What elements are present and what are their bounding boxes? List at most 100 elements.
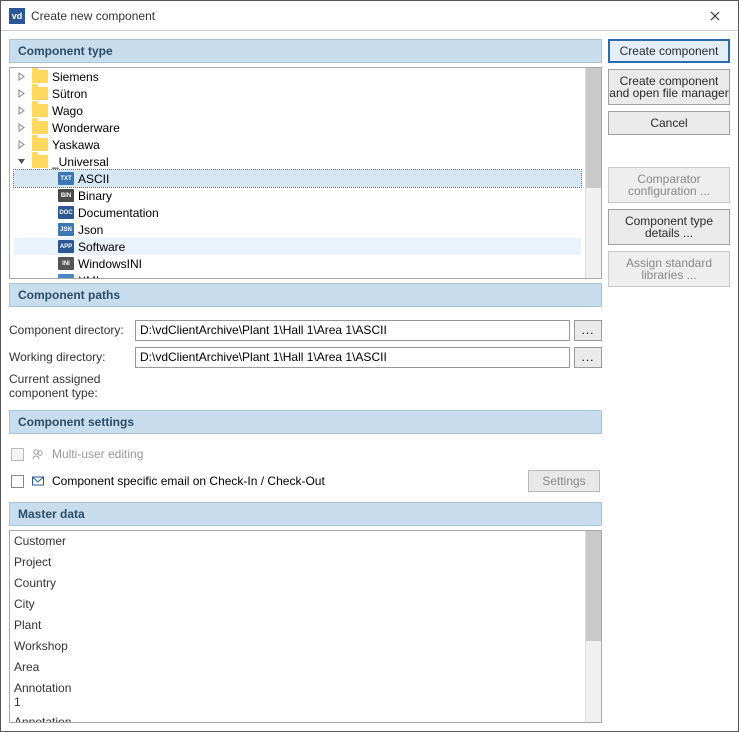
multi-user-label: Multi-user editing bbox=[52, 447, 143, 461]
file-type-icon: TXT bbox=[58, 172, 74, 185]
master-field-label: City bbox=[10, 594, 84, 615]
tree-item[interactable]: APP Software bbox=[14, 238, 581, 255]
file-type-icon: INI bbox=[58, 257, 74, 270]
comparator-config-button: Comparator configuration ... bbox=[608, 167, 730, 203]
tree-scrollbar[interactable] bbox=[585, 68, 601, 278]
tree-item[interactable]: XMLXML bbox=[14, 272, 581, 278]
folder-icon bbox=[32, 104, 48, 117]
email-check-label: Component specific email on Check-In / C… bbox=[52, 474, 325, 488]
assign-libraries-button: Assign standard libraries ... bbox=[608, 251, 730, 287]
master-field-value[interactable] bbox=[84, 636, 585, 657]
file-type-icon: JSN bbox=[58, 223, 74, 236]
tree-folder-label: Sütron bbox=[52, 87, 87, 101]
tree-folder[interactable]: _Universal bbox=[10, 153, 585, 170]
multi-user-icon bbox=[30, 446, 46, 462]
chevron-right-icon[interactable] bbox=[14, 121, 28, 135]
master-scrollbar[interactable] bbox=[585, 531, 601, 722]
master-field-value[interactable] bbox=[84, 531, 585, 552]
master-field-label: Annotation 2 bbox=[10, 712, 84, 722]
master-data-grid[interactable]: CustomerProjectCountryCityPlantWorkshopA… bbox=[10, 531, 585, 722]
create-and-open-button[interactable]: Create component and open file manager bbox=[608, 69, 730, 105]
tree-folder-label: Wonderware bbox=[52, 121, 120, 135]
master-scroll-thumb[interactable] bbox=[586, 531, 601, 641]
tree-folder-label: Siemens bbox=[52, 70, 99, 84]
master-data-row[interactable]: Plant bbox=[10, 615, 585, 636]
chevron-right-icon[interactable] bbox=[14, 87, 28, 101]
file-type-icon: APP bbox=[58, 240, 74, 253]
folder-icon bbox=[32, 155, 48, 168]
email-icon bbox=[30, 473, 46, 489]
master-field-value[interactable] bbox=[84, 657, 585, 678]
working-directory-browse-button[interactable]: ... bbox=[574, 347, 602, 368]
master-field-value[interactable] bbox=[84, 712, 585, 722]
chevron-down-icon[interactable] bbox=[14, 155, 28, 169]
tree-folder-label: Wago bbox=[52, 104, 83, 118]
working-directory-input[interactable] bbox=[135, 347, 570, 368]
create-component-button[interactable]: Create component bbox=[608, 39, 730, 63]
section-master-data: Master data bbox=[9, 502, 602, 526]
master-field-label: Area bbox=[10, 657, 84, 678]
component-type-details-button[interactable]: Component type details ... bbox=[608, 209, 730, 245]
close-button[interactable] bbox=[692, 1, 738, 30]
chevron-right-icon[interactable] bbox=[14, 138, 28, 152]
tree-folder[interactable]: Wago bbox=[10, 102, 585, 119]
window-title: Create new component bbox=[31, 9, 692, 23]
tree-item[interactable]: INIWindowsINI bbox=[14, 255, 581, 272]
master-data-row[interactable]: Customer bbox=[10, 531, 585, 552]
master-data-container: CustomerProjectCountryCityPlantWorkshopA… bbox=[9, 530, 602, 723]
component-type-tree[interactable]: Siemens Sütron Wago Wonderware Yaskawa_Unive… bbox=[10, 68, 585, 278]
file-type-icon: XML bbox=[58, 274, 74, 278]
settings-button: Settings bbox=[528, 470, 600, 492]
chevron-right-icon[interactable] bbox=[14, 104, 28, 118]
chevron-right-icon[interactable] bbox=[14, 70, 28, 84]
tree-folder[interactable]: Siemens bbox=[10, 68, 585, 85]
folder-icon bbox=[32, 121, 48, 134]
folder-icon bbox=[32, 70, 48, 83]
tree-item-label: Documentation bbox=[78, 206, 159, 220]
master-field-label: Customer bbox=[10, 531, 84, 552]
component-directory-label: Component directory: bbox=[9, 323, 131, 337]
section-component-paths: Component paths bbox=[9, 283, 602, 307]
master-data-row[interactable]: Area bbox=[10, 657, 585, 678]
master-data-row[interactable]: Annotation 1 bbox=[10, 678, 585, 712]
tree-folder[interactable]: Sütron bbox=[10, 85, 585, 102]
close-icon bbox=[710, 11, 720, 21]
email-check-checkbox[interactable] bbox=[11, 475, 24, 488]
file-type-icon: DOC bbox=[58, 206, 74, 219]
component-directory-browse-button[interactable]: ... bbox=[574, 320, 602, 341]
master-data-row[interactable]: Project bbox=[10, 552, 585, 573]
tree-folder[interactable]: Yaskawa bbox=[10, 136, 585, 153]
master-field-value[interactable] bbox=[84, 573, 585, 594]
tree-scroll-thumb[interactable] bbox=[586, 68, 601, 188]
tree-folder-label: Yaskawa bbox=[52, 138, 100, 152]
paths-form: Component directory: ... Working directo… bbox=[9, 311, 602, 406]
tree-item-label: Binary bbox=[78, 189, 112, 203]
component-directory-input[interactable] bbox=[135, 320, 570, 341]
tree-item[interactable]: DOC Documentation bbox=[14, 204, 581, 221]
dialog-window: vd Create new component Component type S… bbox=[0, 0, 739, 732]
tree-folder[interactable]: Wonderware bbox=[10, 119, 585, 136]
multi-user-row: Multi-user editing bbox=[11, 444, 600, 464]
tree-item[interactable]: JSN Json bbox=[14, 221, 581, 238]
master-data-row[interactable]: Workshop bbox=[10, 636, 585, 657]
master-data-row[interactable]: Country bbox=[10, 573, 585, 594]
master-field-value[interactable] bbox=[84, 678, 585, 712]
section-component-type: Component type bbox=[9, 39, 602, 63]
folder-icon bbox=[32, 138, 48, 151]
master-data-row[interactable]: City bbox=[10, 594, 585, 615]
master-field-value[interactable] bbox=[84, 594, 585, 615]
folder-icon bbox=[32, 87, 48, 100]
tree-item[interactable]: TXTASCII bbox=[14, 170, 581, 187]
tree-item-label: Json bbox=[78, 223, 103, 237]
master-field-value[interactable] bbox=[84, 552, 585, 573]
cancel-button[interactable]: Cancel bbox=[608, 111, 730, 135]
file-type-icon: BIN bbox=[58, 189, 74, 202]
tree-item-label: Software bbox=[78, 240, 125, 254]
settings-form: Multi-user editing Component specific em… bbox=[9, 438, 602, 498]
master-data-row[interactable]: Annotation 2 bbox=[10, 712, 585, 722]
master-field-label: Workshop bbox=[10, 636, 84, 657]
working-directory-label: Working directory: bbox=[9, 350, 131, 364]
tree-item[interactable]: BIN Binary bbox=[14, 187, 581, 204]
master-field-value[interactable] bbox=[84, 615, 585, 636]
app-icon: vd bbox=[9, 8, 25, 24]
